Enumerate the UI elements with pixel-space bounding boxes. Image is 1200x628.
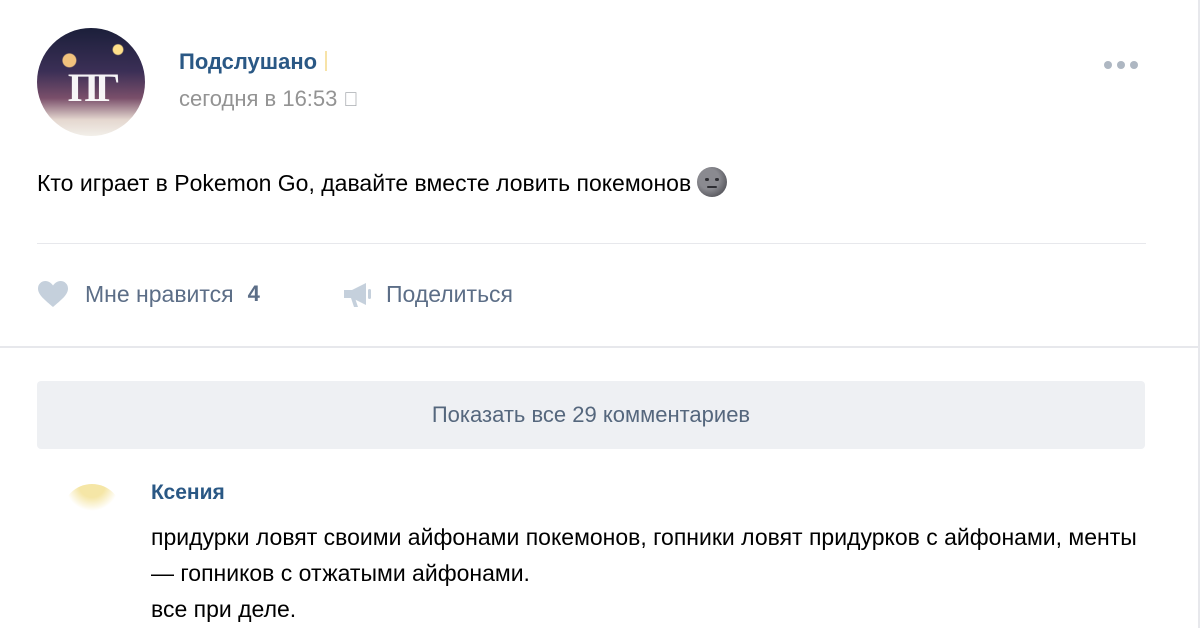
- comment-avatar[interactable]: [37, 478, 137, 538]
- show-all-comments-label: Показать все 29 комментариев: [431, 402, 751, 427]
- post-text-body: Кто играет в Pokemon Go, давайте вместе …: [37, 170, 692, 196]
- community-avatar[interactable]: ПГ: [37, 28, 145, 136]
- post-author-name[interactable]: Подслушано: [179, 49, 317, 74]
- new-moon-face-emoji-icon: [697, 167, 728, 197]
- more-dot-icon: [1117, 61, 1125, 69]
- post-time-label[interactable]: сегодня в 16:53: [179, 86, 337, 111]
- more-dot-icon: [1130, 61, 1138, 69]
- heart-icon: [38, 281, 68, 307]
- more-options-button[interactable]: [1104, 55, 1148, 75]
- share-label: Поделиться: [386, 280, 514, 307]
- author-bar-decoration: [325, 51, 328, 71]
- comment-text: придурки ловят своими айфонами покемонов…: [151, 524, 1137, 622]
- comment-author[interactable]: Ксения: [151, 481, 225, 505]
- apple-icon: : [343, 89, 358, 112]
- community-logo: ПГ: [67, 65, 121, 110]
- post-author[interactable]: Подслушано: [179, 49, 328, 75]
- show-all-comments-button[interactable]: Показать все 29 комментариев: [37, 381, 1145, 449]
- wall-post: ПГ Подслушано сегодня в 16:53  Кто играе…: [0, 0, 1200, 628]
- megaphone-icon: [344, 283, 371, 307]
- more-dot-icon: [1104, 61, 1112, 69]
- post-text: Кто играет в Pokemon Go, давайте вместе …: [37, 167, 728, 197]
- like-count: 4: [247, 281, 260, 306]
- share-button[interactable]: Поделиться: [342, 278, 513, 310]
- post-time[interactable]: сегодня в 16:53 : [179, 86, 358, 112]
- like-button[interactable]: Мне нравится 4: [37, 278, 260, 310]
- divider: [37, 243, 1146, 244]
- like-label: Мне нравится: [85, 280, 234, 307]
- section-divider: [0, 346, 1200, 348]
- comment-avatar-image: [62, 484, 122, 538]
